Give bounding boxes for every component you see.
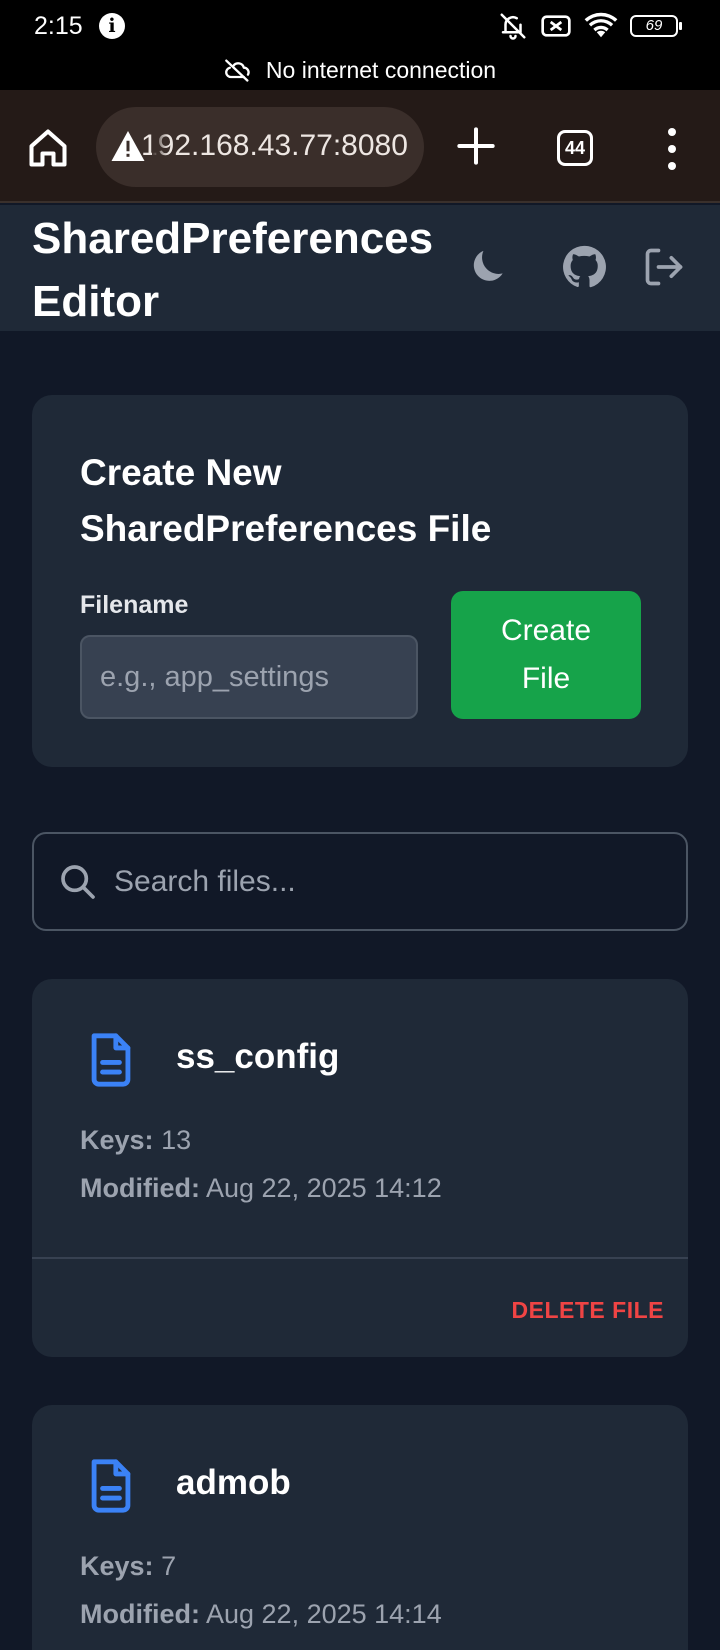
modified-label: Modified: <box>80 1599 200 1629</box>
address-bar[interactable]: 192.168.43.77:8080 <box>96 107 424 187</box>
logout-icon[interactable] <box>642 245 686 289</box>
info-icon: i <box>99 13 125 39</box>
file-modified: Modified: Aug 22, 2025 14:14 <box>80 1599 442 1630</box>
file-name[interactable]: admob <box>176 1463 291 1503</box>
create-file-button[interactable]: Create File <box>451 591 641 719</box>
keys-value: 7 <box>161 1551 177 1581</box>
no-data-icon <box>541 15 571 37</box>
github-icon[interactable] <box>562 245 606 289</box>
delete-file-button[interactable]: DELETE FILE <box>512 1297 664 1324</box>
warning-icon[interactable] <box>110 129 146 163</box>
search-box[interactable] <box>32 832 688 931</box>
notifications-muted-icon <box>500 13 526 40</box>
app-header: SharedPreferences Editor <box>0 205 720 331</box>
status-icons: 69 <box>498 10 682 42</box>
home-icon[interactable] <box>26 126 70 170</box>
file-modified: Modified: Aug 22, 2025 14:12 <box>80 1173 442 1204</box>
url-text[interactable]: 192.168.43.77:8080 <box>141 129 408 163</box>
url-fade <box>152 107 168 187</box>
modified-label: Modified: <box>80 1173 200 1203</box>
tab-switcher-button[interactable]: 44 <box>557 130 593 166</box>
cloud-off-icon <box>224 59 250 82</box>
modified-value: Aug 22, 2025 14:14 <box>206 1599 442 1629</box>
status-bar: 2:15 i 69 No internet connection <box>0 0 720 90</box>
wifi-icon <box>584 12 618 38</box>
new-tab-icon[interactable] <box>456 126 496 166</box>
file-name[interactable]: ss_config <box>176 1037 339 1077</box>
keys-value: 13 <box>161 1125 192 1155</box>
card-divider <box>32 1257 688 1259</box>
filename-label: Filename <box>80 591 189 619</box>
keys-label: Keys: <box>80 1551 154 1581</box>
file-icon <box>91 1459 131 1513</box>
browser-menu-icon[interactable] <box>660 128 684 170</box>
file-keys: Keys: 7 <box>80 1551 176 1582</box>
status-time: 2:15 <box>34 12 83 40</box>
filename-input[interactable] <box>80 635 418 719</box>
create-file-card: Create New SharedPreferences File Filena… <box>32 395 688 767</box>
file-keys: Keys: 13 <box>80 1125 191 1156</box>
battery-icon: 69 <box>630 15 682 37</box>
browser-toolbar: 192.168.43.77:8080 44 <box>0 90 720 203</box>
page-title: SharedPreferences Editor <box>32 214 434 326</box>
file-icon <box>91 1033 131 1087</box>
search-input[interactable] <box>114 846 664 918</box>
network-status-text: No internet connection <box>265 56 497 83</box>
dark-mode-moon-icon[interactable] <box>466 245 510 289</box>
file-card[interactable]: admob Keys: 7 Modified: Aug 22, 2025 14:… <box>32 1405 688 1650</box>
network-status: No internet connection <box>0 54 720 86</box>
modified-value: Aug 22, 2025 14:12 <box>206 1173 442 1203</box>
keys-label: Keys: <box>80 1125 154 1155</box>
create-file-title: Create New SharedPreferences File <box>80 452 492 549</box>
file-card[interactable]: ss_config Keys: 13 Modified: Aug 22, 202… <box>32 979 688 1357</box>
search-icon <box>61 865 95 899</box>
